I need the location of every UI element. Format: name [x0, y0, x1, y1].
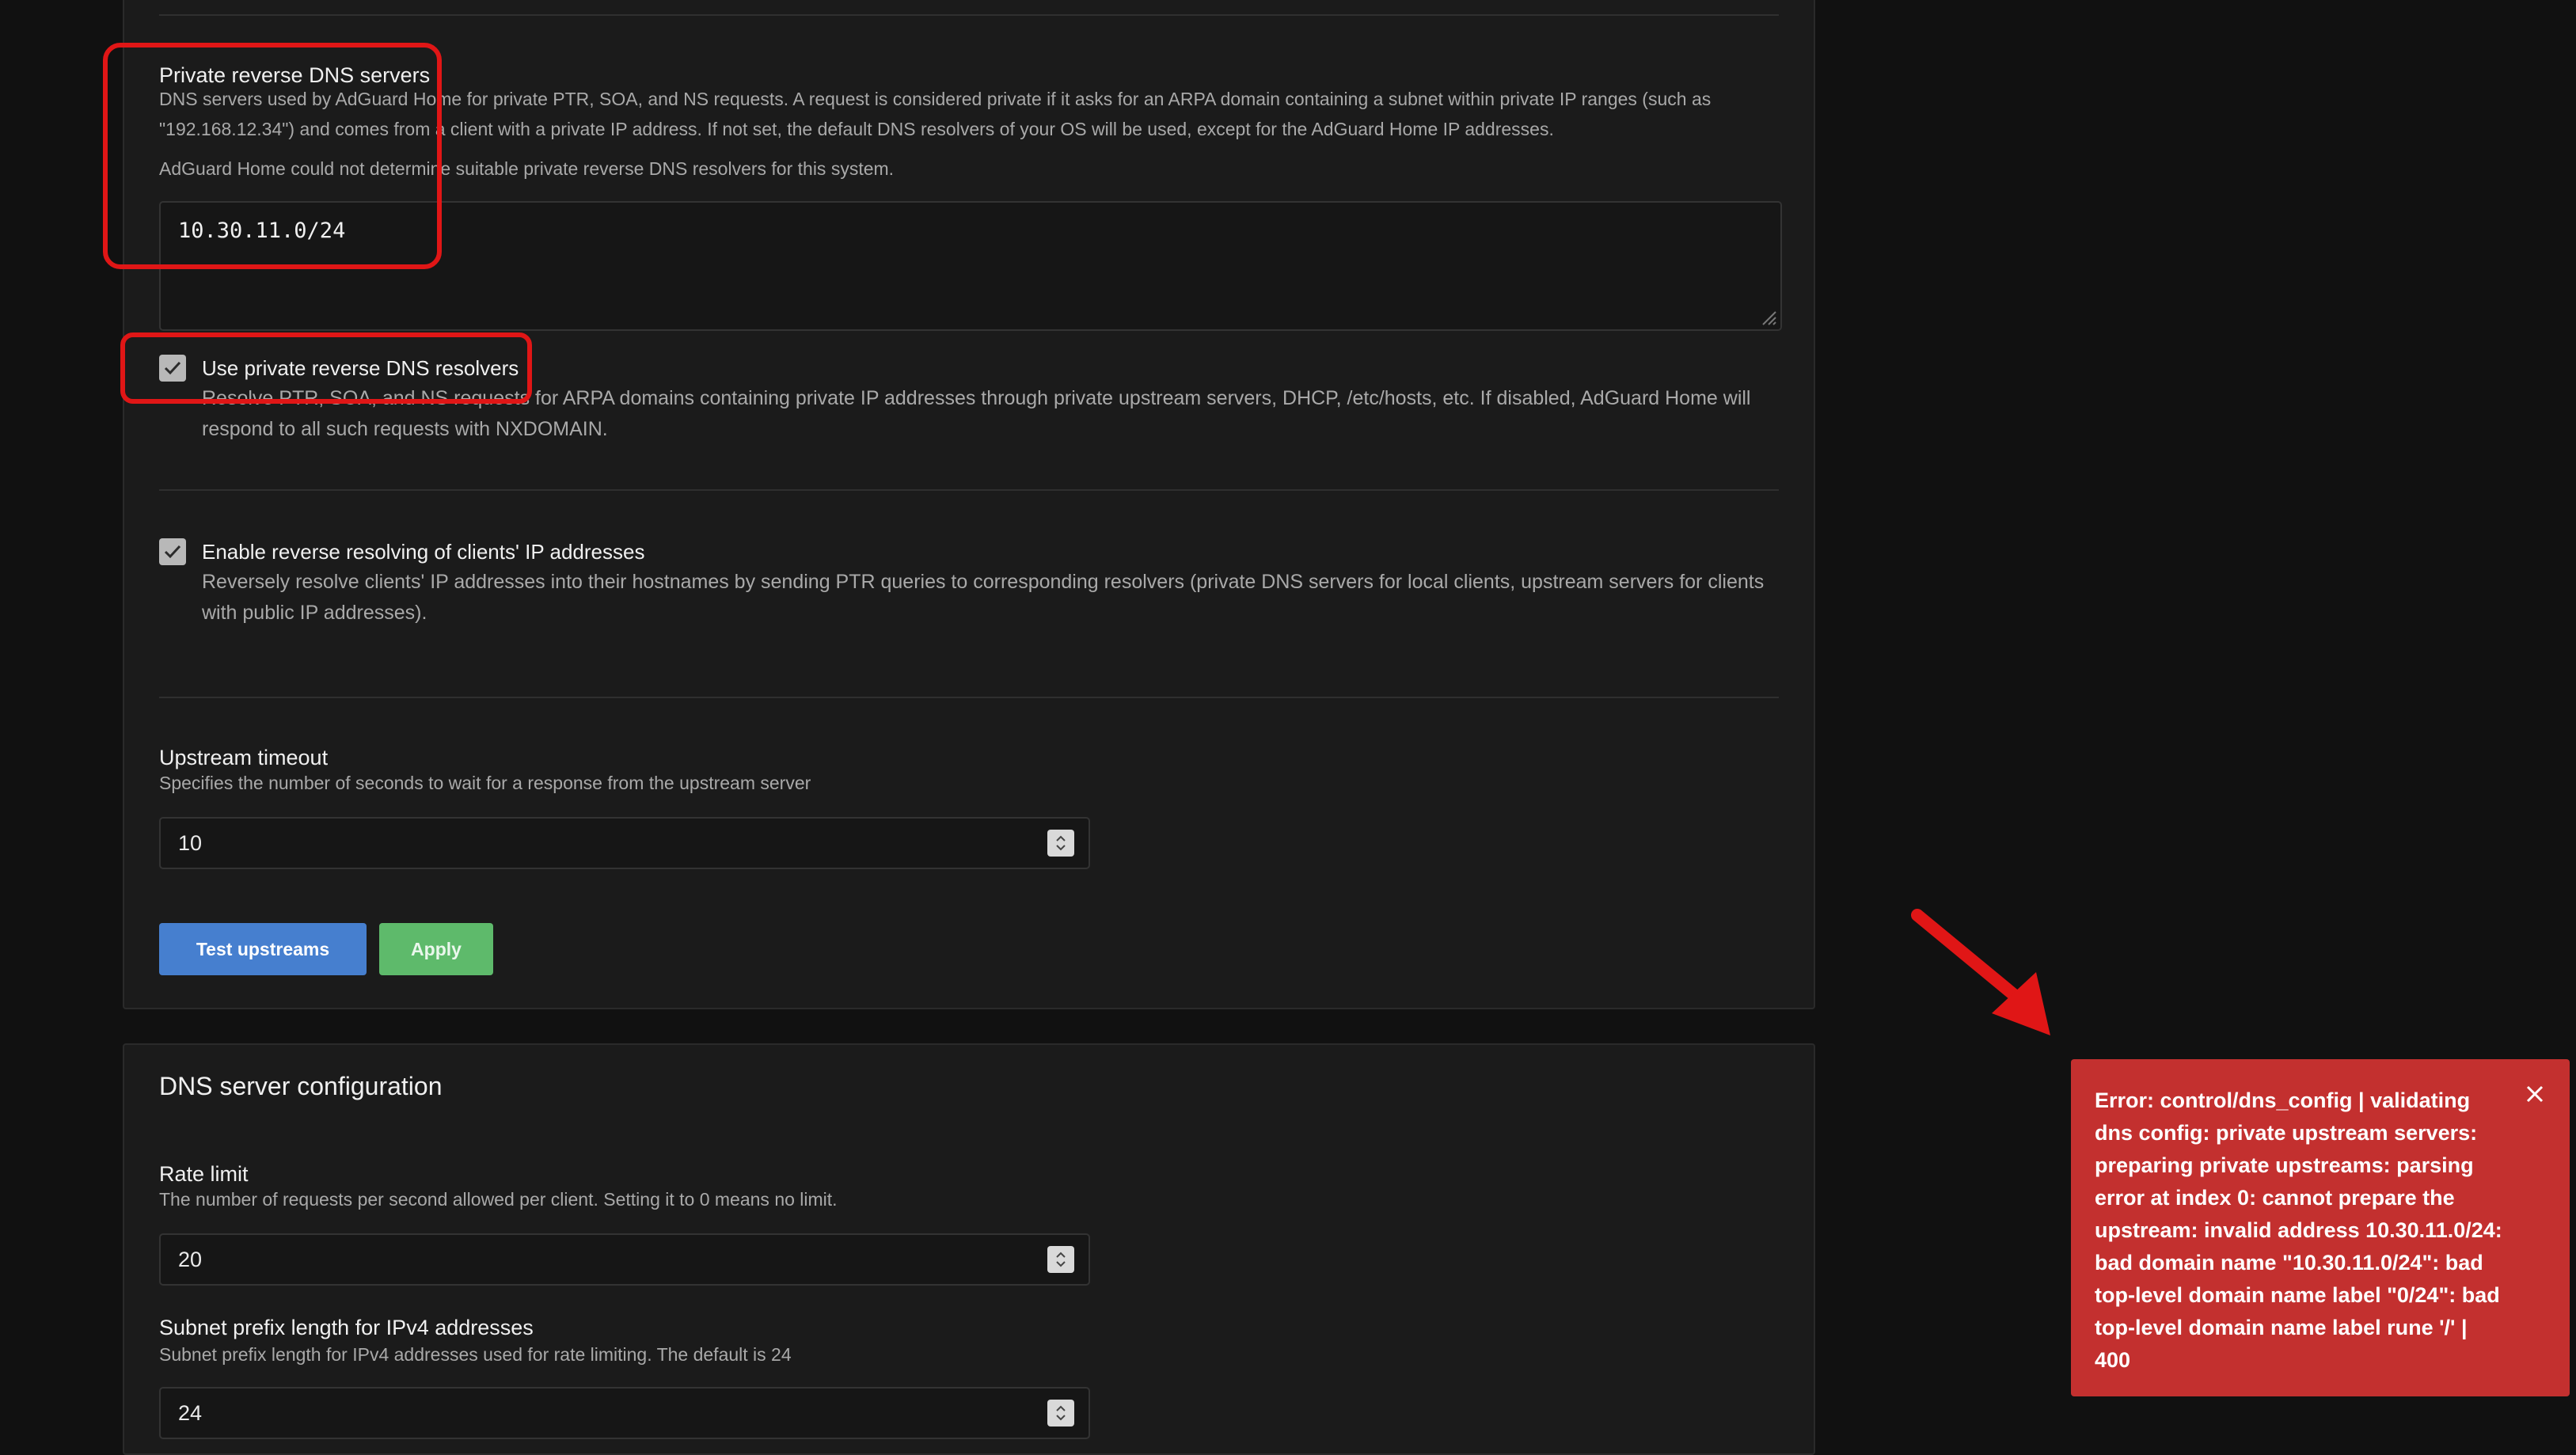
rate-limit-input[interactable]: 20	[159, 1233, 1090, 1286]
upstream-settings-card: Private reverse DNS servers DNS servers …	[123, 0, 1815, 1009]
check-icon	[164, 545, 181, 559]
dns-server-config-card: DNS server configuration Rate limit The …	[123, 1043, 1815, 1455]
divider	[159, 489, 1779, 491]
upstream-timeout-input[interactable]: 10	[159, 817, 1090, 869]
upstream-timeout-value: 10	[178, 831, 203, 855]
resize-handle-icon[interactable]	[1758, 307, 1777, 326]
error-toast[interactable]: Error: control/dns_config | validating d…	[2071, 1059, 2570, 1396]
divider	[159, 14, 1779, 16]
test-upstreams-button[interactable]: Test upstreams	[159, 923, 367, 975]
check-icon	[164, 361, 181, 375]
annotation-arrow-icon	[1911, 909, 2050, 1035]
use-private-resolvers-description: Resolve PTR, SOA, and NS requests for AR…	[202, 387, 1751, 440]
upstream-timeout-description: Specifies the number of seconds to wait …	[159, 773, 811, 793]
subnet-prefix-description: Subnet prefix length for IPv4 addresses …	[159, 1344, 792, 1365]
rate-limit-value: 20	[178, 1248, 203, 1271]
private-dns-value: 10.30.11.0/24	[178, 218, 346, 243]
subnet-prefix-title: Subnet prefix length for IPv4 addresses	[159, 1316, 534, 1339]
reverse-resolving-description: Reversely resolve clients' IP addresses …	[202, 571, 1765, 624]
apply-button[interactable]: Apply	[379, 923, 493, 975]
spinner-arrows-icon	[1056, 1405, 1066, 1421]
divider	[159, 697, 1779, 698]
private-dns-note: AdGuard Home could not determine suitabl…	[159, 158, 895, 179]
spinner-arrows-icon	[1056, 1252, 1066, 1267]
number-spinner[interactable]	[1047, 830, 1074, 857]
upstream-timeout-title: Upstream timeout	[159, 746, 329, 769]
spinner-arrows-icon	[1056, 835, 1066, 851]
number-spinner[interactable]	[1047, 1246, 1074, 1273]
private-dns-textarea[interactable]: 10.30.11.0/24	[159, 201, 1782, 331]
subnet-prefix-input[interactable]: 24	[159, 1387, 1090, 1439]
use-private-resolvers-checkbox[interactable]	[159, 355, 186, 382]
private-dns-description: DNS servers used by AdGuard Home for pri…	[159, 89, 1712, 139]
close-icon[interactable]	[2524, 1083, 2546, 1105]
rate-limit-description: The number of requests per second allowe…	[159, 1189, 838, 1210]
reverse-resolving-label: Enable reverse resolving of clients' IP …	[202, 540, 645, 564]
dns-server-config-title: DNS server configuration	[159, 1072, 443, 1100]
rate-limit-title: Rate limit	[159, 1162, 249, 1186]
reverse-resolving-checkbox[interactable]	[159, 538, 186, 565]
error-toast-message: Error: control/dns_config | validating d…	[2095, 1088, 2502, 1372]
subnet-prefix-value: 24	[178, 1401, 203, 1425]
use-private-resolvers-label: Use private reverse DNS resolvers	[202, 356, 519, 380]
number-spinner[interactable]	[1047, 1400, 1074, 1427]
